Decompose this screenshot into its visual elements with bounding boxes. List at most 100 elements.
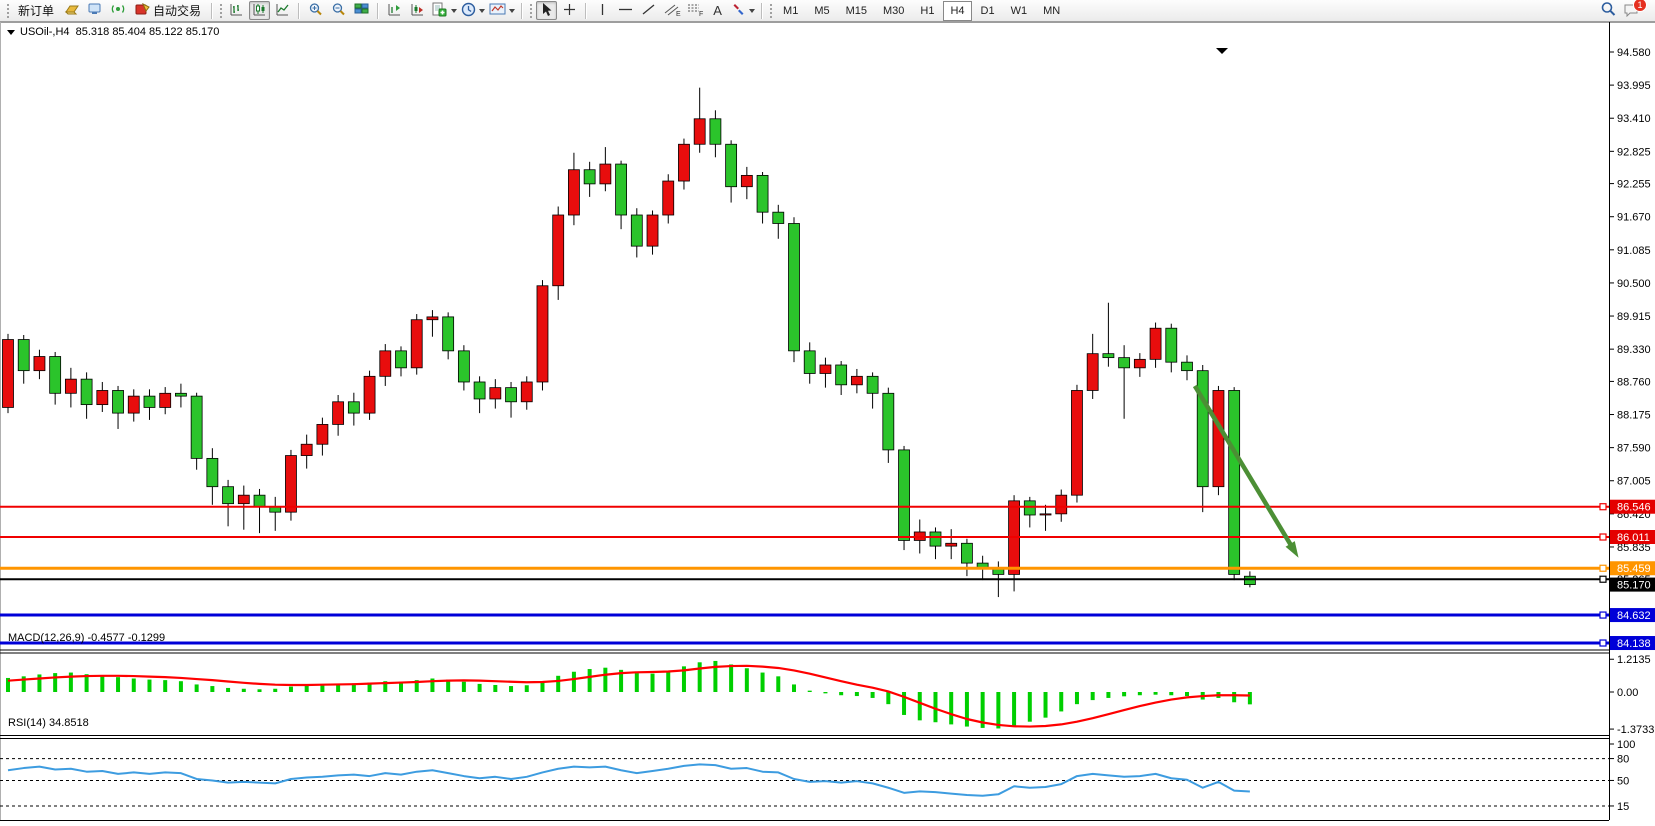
- candle: [18, 340, 29, 371]
- timeframe-m1[interactable]: M1: [776, 1, 805, 21]
- text-tool-button[interactable]: A: [707, 1, 728, 20]
- chevron-down-icon: [451, 9, 457, 13]
- bar-chart-icon: [229, 2, 244, 20]
- toolbar-grip[interactable]: [769, 3, 773, 19]
- terminal-button[interactable]: [84, 1, 105, 20]
- periods-button[interactable]: [460, 1, 486, 20]
- templates-button[interactable]: [488, 1, 516, 20]
- candle: [553, 215, 564, 286]
- candle: [1197, 371, 1208, 487]
- macd-histogram-bar: [1091, 692, 1095, 700]
- candle: [1071, 390, 1082, 495]
- line-handle[interactable]: [1600, 576, 1606, 582]
- timeframe-m30[interactable]: M30: [876, 1, 911, 21]
- timeframe-d1[interactable]: D1: [974, 1, 1002, 21]
- candle: [773, 212, 784, 223]
- candle: [285, 456, 296, 513]
- toolbar-grip[interactable]: [6, 3, 10, 19]
- candle: [128, 396, 139, 413]
- price-tick-label: 93.410: [1617, 113, 1651, 125]
- new-order-button[interactable]: 新订单: [13, 1, 59, 20]
- chart-menu-icon[interactable]: [7, 30, 15, 35]
- line-handle[interactable]: [1600, 565, 1606, 571]
- search-button[interactable]: [1598, 1, 1619, 20]
- indicator-chart-button[interactable]: [407, 1, 428, 20]
- timeframe-h4[interactable]: H4: [943, 1, 971, 21]
- candle-chart-type-button[interactable]: [249, 1, 270, 20]
- indicator-chart-icon: [410, 2, 425, 20]
- zoom-out-button[interactable]: [328, 1, 349, 20]
- trendline-tool-button[interactable]: [638, 1, 659, 20]
- macd-histogram-bar: [713, 661, 717, 692]
- candle: [490, 388, 501, 399]
- macd-histogram-bar: [729, 664, 733, 692]
- macd-histogram-bar: [509, 686, 513, 692]
- fibonacci-tool-button[interactable]: F: [684, 1, 705, 20]
- candle: [600, 164, 611, 184]
- macd-histogram-bar: [651, 674, 655, 692]
- candle: [191, 396, 202, 458]
- arrows-tool-button[interactable]: [730, 1, 756, 20]
- macd-histogram-bar: [462, 682, 466, 692]
- cursor-icon: [540, 2, 553, 20]
- timeframe-m15[interactable]: M15: [839, 1, 874, 21]
- timeframe-mn[interactable]: MN: [1036, 1, 1067, 21]
- signal-icon: [110, 2, 126, 19]
- macd-histogram-bar: [588, 669, 592, 692]
- profile-icon: [64, 2, 80, 19]
- chart-profile-button[interactable]: [61, 1, 82, 20]
- candle: [663, 181, 674, 215]
- tile-windows-button[interactable]: [351, 1, 372, 20]
- crosshair-tool-button[interactable]: [559, 1, 580, 20]
- horizontal-line-tool-button[interactable]: [615, 1, 636, 20]
- line-handle[interactable]: [1600, 612, 1606, 618]
- alerts-button[interactable]: 1: [1621, 1, 1642, 20]
- macd-histogram-bar: [572, 672, 576, 692]
- macd-histogram-bar: [1059, 692, 1063, 711]
- vertical-line-tool-button[interactable]: [592, 1, 613, 20]
- candle: [930, 532, 941, 546]
- chart-canvas[interactable]: 94.58093.99593.41092.82592.25591.67091.0…: [0, 22, 1655, 821]
- price-tick-label: 94.580: [1617, 47, 1651, 59]
- toolbar-grip[interactable]: [529, 3, 533, 19]
- timeframe-m5[interactable]: M5: [807, 1, 836, 21]
- signals-button[interactable]: [107, 1, 128, 20]
- timeframe-w1[interactable]: W1: [1004, 1, 1035, 21]
- macd-histogram-bar: [1122, 692, 1126, 696]
- toolbar-grip[interactable]: [219, 3, 223, 19]
- candle: [1024, 501, 1035, 515]
- candle: [34, 357, 45, 371]
- candle: [804, 351, 815, 374]
- autotrade-button[interactable]: 自动交易: [130, 1, 206, 20]
- macd-histogram-bar: [1138, 692, 1142, 695]
- candle: [521, 382, 532, 402]
- line-handle[interactable]: [1600, 504, 1606, 510]
- price-badge-label: 85.170: [1617, 580, 1651, 592]
- timeframe-h1[interactable]: H1: [913, 1, 941, 21]
- price-tick-label: 88.175: [1617, 410, 1651, 422]
- line-handle[interactable]: [1600, 534, 1606, 540]
- candle: [144, 396, 155, 407]
- zoom-in-button[interactable]: [305, 1, 326, 20]
- equidistant-channel-tool-button[interactable]: E: [661, 1, 682, 20]
- candle: [899, 450, 910, 541]
- line-handle[interactable]: [1600, 640, 1606, 646]
- candle: [631, 215, 642, 246]
- cursor-tool-button[interactable]: [536, 1, 557, 20]
- bar-chart-type-button[interactable]: [226, 1, 247, 20]
- price-tick-label: 92.255: [1617, 179, 1651, 191]
- arrows-icon: [731, 2, 746, 20]
- rsi-tick-label: 15: [1617, 801, 1629, 813]
- macd-histogram-bar: [666, 671, 670, 692]
- candle: [1213, 390, 1224, 486]
- svg-text:F: F: [699, 11, 703, 17]
- macd-histogram-bar: [305, 686, 309, 692]
- line-chart-type-button[interactable]: [272, 1, 293, 20]
- candle: [223, 487, 234, 504]
- indicator-window-button[interactable]: [384, 1, 405, 20]
- candle: [1119, 358, 1130, 368]
- toolbar-separator: [298, 3, 300, 19]
- add-indicator-button[interactable]: [430, 1, 458, 20]
- new-order-label: 新订单: [18, 2, 54, 19]
- macd-histogram-bar: [242, 689, 246, 692]
